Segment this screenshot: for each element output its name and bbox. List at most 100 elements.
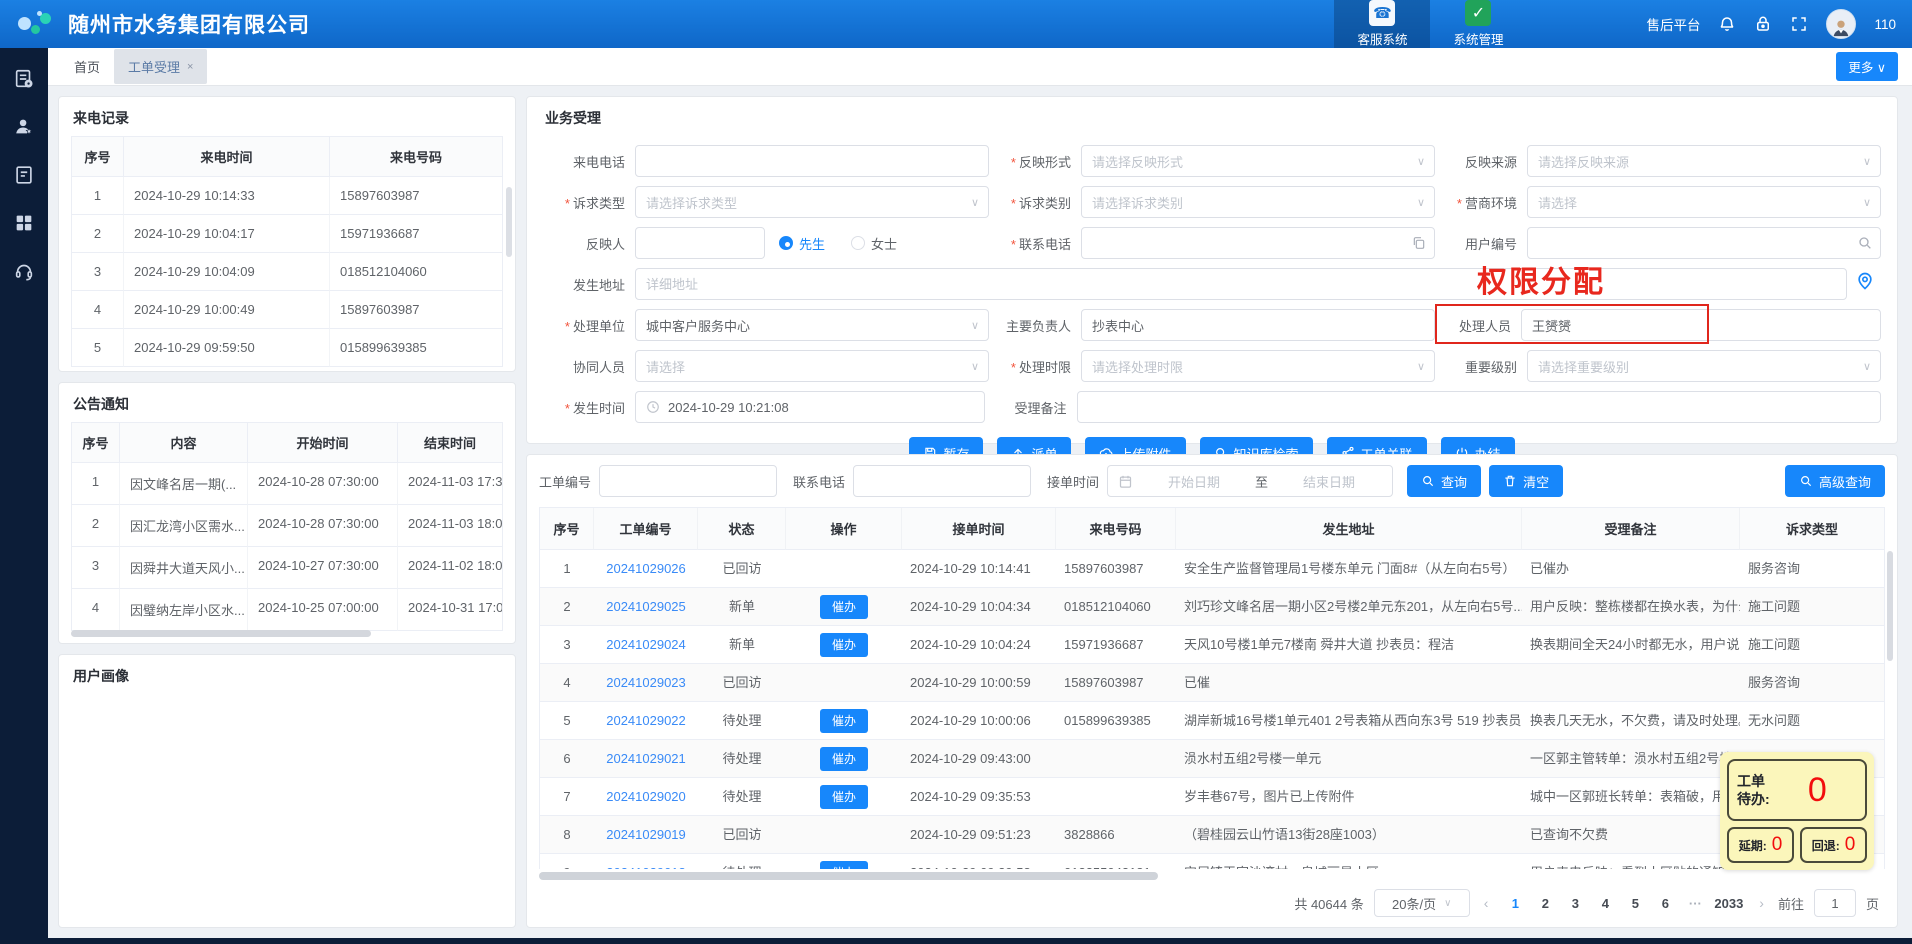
order-row[interactable]: 6 20241029021 待处理 催办 2024-10-29 09:43:00… xyxy=(540,740,1884,778)
order-id-link[interactable]: 20241029021 xyxy=(606,751,686,766)
notice-row[interactable]: 4因璧纳左岸小区水...2024-10-25 07:00:002024-10-3… xyxy=(72,589,502,631)
nav-customer-service[interactable]: ☎ 客服系统 xyxy=(1334,0,1430,48)
time-limit-select[interactable]: 请选择处理时限∨ xyxy=(1081,350,1435,382)
order-row[interactable]: 2 20241029025 新单 催办 2024-10-29 10:04:340… xyxy=(540,588,1884,626)
reporter-input[interactable] xyxy=(635,227,765,259)
address-input[interactable] xyxy=(635,268,1847,300)
tab-close-icon[interactable]: × xyxy=(187,61,193,73)
apps-icon[interactable] xyxy=(13,212,35,234)
main-person-input[interactable] xyxy=(1081,309,1435,341)
occur-time-input[interactable]: 2024-10-29 10:21:08 xyxy=(635,391,985,423)
more-button[interactable]: 更多 ∨ xyxy=(1836,52,1898,81)
table-horizontal-scrollbar[interactable] xyxy=(539,872,1885,880)
search-phone-input[interactable] xyxy=(853,465,1031,497)
scrollbar[interactable] xyxy=(506,187,512,257)
order-id-link[interactable]: 20241029022 xyxy=(606,713,686,728)
urge-button[interactable]: 催办 xyxy=(820,785,868,809)
order-row[interactable]: 5 20241029022 待处理 催办 2024-10-29 10:00:06… xyxy=(540,702,1884,740)
call-record-row[interactable]: 52024-10-29 09:59:50015899639385 xyxy=(72,329,502,367)
gender-male-radio[interactable]: 先生 xyxy=(779,234,825,253)
todo-widget[interactable]: 工单待办: 0 延期: 0 回退: 0 xyxy=(1720,752,1874,870)
urge-button[interactable]: 催办 xyxy=(820,633,868,657)
call-record-row[interactable]: 32024-10-29 10:04:09018512104060 xyxy=(72,253,502,291)
page-number[interactable]: 2 xyxy=(1532,892,1558,915)
bell-icon[interactable] xyxy=(1718,15,1736,33)
after-sales-link[interactable]: 售后平台 xyxy=(1646,14,1700,34)
date-range-picker[interactable]: 开始日期 至 结束日期 xyxy=(1107,465,1393,497)
appeal-type-select[interactable]: 请选择诉求类型∨ xyxy=(635,186,989,218)
clear-button[interactable]: 清空 xyxy=(1489,465,1563,497)
urge-button[interactable]: 催办 xyxy=(820,861,868,869)
handler-input[interactable] xyxy=(1521,309,1881,341)
advanced-query-button[interactable]: 高级查询 xyxy=(1785,465,1885,497)
order-id-link[interactable]: 20241029019 xyxy=(606,827,686,842)
page-number[interactable]: 6 xyxy=(1652,892,1678,915)
order-row[interactable]: 7 20241029020 待处理 催办 2024-10-29 09:35:53… xyxy=(540,778,1884,816)
urge-button[interactable]: 催办 xyxy=(820,595,868,619)
importance-select[interactable]: 请选择重要级别∨ xyxy=(1527,350,1881,382)
page-number[interactable]: ··· xyxy=(1682,892,1708,915)
page-number[interactable]: 5 xyxy=(1622,892,1648,915)
search-icon[interactable] xyxy=(1857,235,1873,251)
user-avatar[interactable] xyxy=(1826,9,1856,39)
map-pin-icon[interactable] xyxy=(1855,271,1881,297)
notice-row[interactable]: 2因汇龙湾小区需水...2024-10-28 07:30:002024-11-0… xyxy=(72,505,502,547)
remark-input[interactable] xyxy=(1077,391,1881,423)
table-vertical-scrollbar[interactable] xyxy=(1887,551,1893,661)
reflect-source-select[interactable]: 请选择反映来源∨ xyxy=(1527,145,1881,177)
handle-unit-select[interactable]: 城中客户服务中心∨ xyxy=(635,309,989,341)
order-row[interactable]: 1 20241029026 已回访 2024-10-29 10:14:41158… xyxy=(540,550,1884,588)
call-record-row[interactable]: 42024-10-29 10:00:4915897603987 xyxy=(72,291,502,329)
gender-female-radio[interactable]: 女士 xyxy=(851,234,897,253)
nav-system-management[interactable]: ✓ 系统管理 xyxy=(1430,0,1526,48)
contact-phone-input[interactable] xyxy=(1081,227,1435,259)
reflect-form-select[interactable]: 请选择反映形式∨ xyxy=(1081,145,1435,177)
scrollbar[interactable] xyxy=(71,630,371,637)
business-env-select[interactable]: 请选择∨ xyxy=(1527,186,1881,218)
customer-icon[interactable] xyxy=(13,116,35,138)
order-id-link[interactable]: 20241029026 xyxy=(606,561,686,576)
appeal-category-select[interactable]: 请选择诉求类别∨ xyxy=(1081,186,1435,218)
assist-select[interactable]: 请选择∨ xyxy=(635,350,989,382)
call-record-row[interactable]: 12024-10-29 10:14:3315897603987 xyxy=(72,177,502,215)
page-number[interactable]: 1 xyxy=(1502,892,1528,915)
order-row[interactable]: 9 20241029018 待处理 催办 2024-10-29 09:29:58… xyxy=(540,854,1884,869)
next-page-button[interactable]: › xyxy=(1755,895,1768,911)
page-number[interactable]: 2033 xyxy=(1712,892,1745,915)
page-size-select[interactable]: 20条/页∨ xyxy=(1374,889,1470,917)
order-id-link[interactable]: 20241029025 xyxy=(606,599,686,614)
order-id-link[interactable]: 20241029018 xyxy=(606,865,686,869)
work-order-icon[interactable] xyxy=(13,68,35,90)
lock-icon[interactable] xyxy=(1754,15,1772,33)
order-no-input[interactable] xyxy=(599,465,777,497)
page-number[interactable]: 3 xyxy=(1562,892,1588,915)
call-records-header: 序号 来电时间 来电号码 xyxy=(72,137,502,177)
chevron-down-icon: ∨ xyxy=(1444,898,1451,909)
order-row[interactable]: 8 20241029019 已回访 2024-10-29 09:51:23382… xyxy=(540,816,1884,854)
tab-work-order[interactable]: 工单受理 × xyxy=(114,49,207,84)
call-record-row[interactable]: 22024-10-29 10:04:1715971936687 xyxy=(72,215,502,253)
order-id-link[interactable]: 20241029023 xyxy=(606,675,686,690)
order-row[interactable]: 4 20241029023 已回访 2024-10-29 10:00:59158… xyxy=(540,664,1884,702)
order-id-link[interactable]: 20241029024 xyxy=(606,637,686,652)
user-no-input[interactable] xyxy=(1527,227,1881,259)
query-button[interactable]: 查询 xyxy=(1407,465,1481,497)
urge-button[interactable]: 催办 xyxy=(820,747,868,771)
tab-home[interactable]: 首页 xyxy=(60,49,114,84)
order-id-link[interactable]: 20241029020 xyxy=(606,789,686,804)
page-number[interactable]: 4 xyxy=(1592,892,1618,915)
order-row[interactable]: 3 20241029024 新单 催办 2024-10-29 10:04:241… xyxy=(540,626,1884,664)
urge-button[interactable]: 催办 xyxy=(820,709,868,733)
notice-row[interactable]: 1因文峰名居一期(...2024-10-28 07:30:002024-11-0… xyxy=(72,463,502,505)
search-phone-label: 联系电话 xyxy=(793,472,845,491)
app-page: 随州市水务集团有限公司 ☎ 客服系统 ✓ 系统管理 售后平台 xyxy=(0,0,1912,938)
chevron-down-icon: ∨ xyxy=(1863,360,1871,373)
headset-icon[interactable] xyxy=(13,260,35,282)
goto-page-input[interactable] xyxy=(1814,889,1856,917)
prev-page-button[interactable]: ‹ xyxy=(1480,895,1493,911)
fullscreen-icon[interactable] xyxy=(1790,15,1808,33)
copy-icon[interactable] xyxy=(1411,235,1427,251)
document-icon[interactable] xyxy=(13,164,35,186)
call-phone-input[interactable] xyxy=(635,145,989,177)
notice-row[interactable]: 3因舜井大道天风小...2024-10-27 07:30:002024-11-0… xyxy=(72,547,502,589)
